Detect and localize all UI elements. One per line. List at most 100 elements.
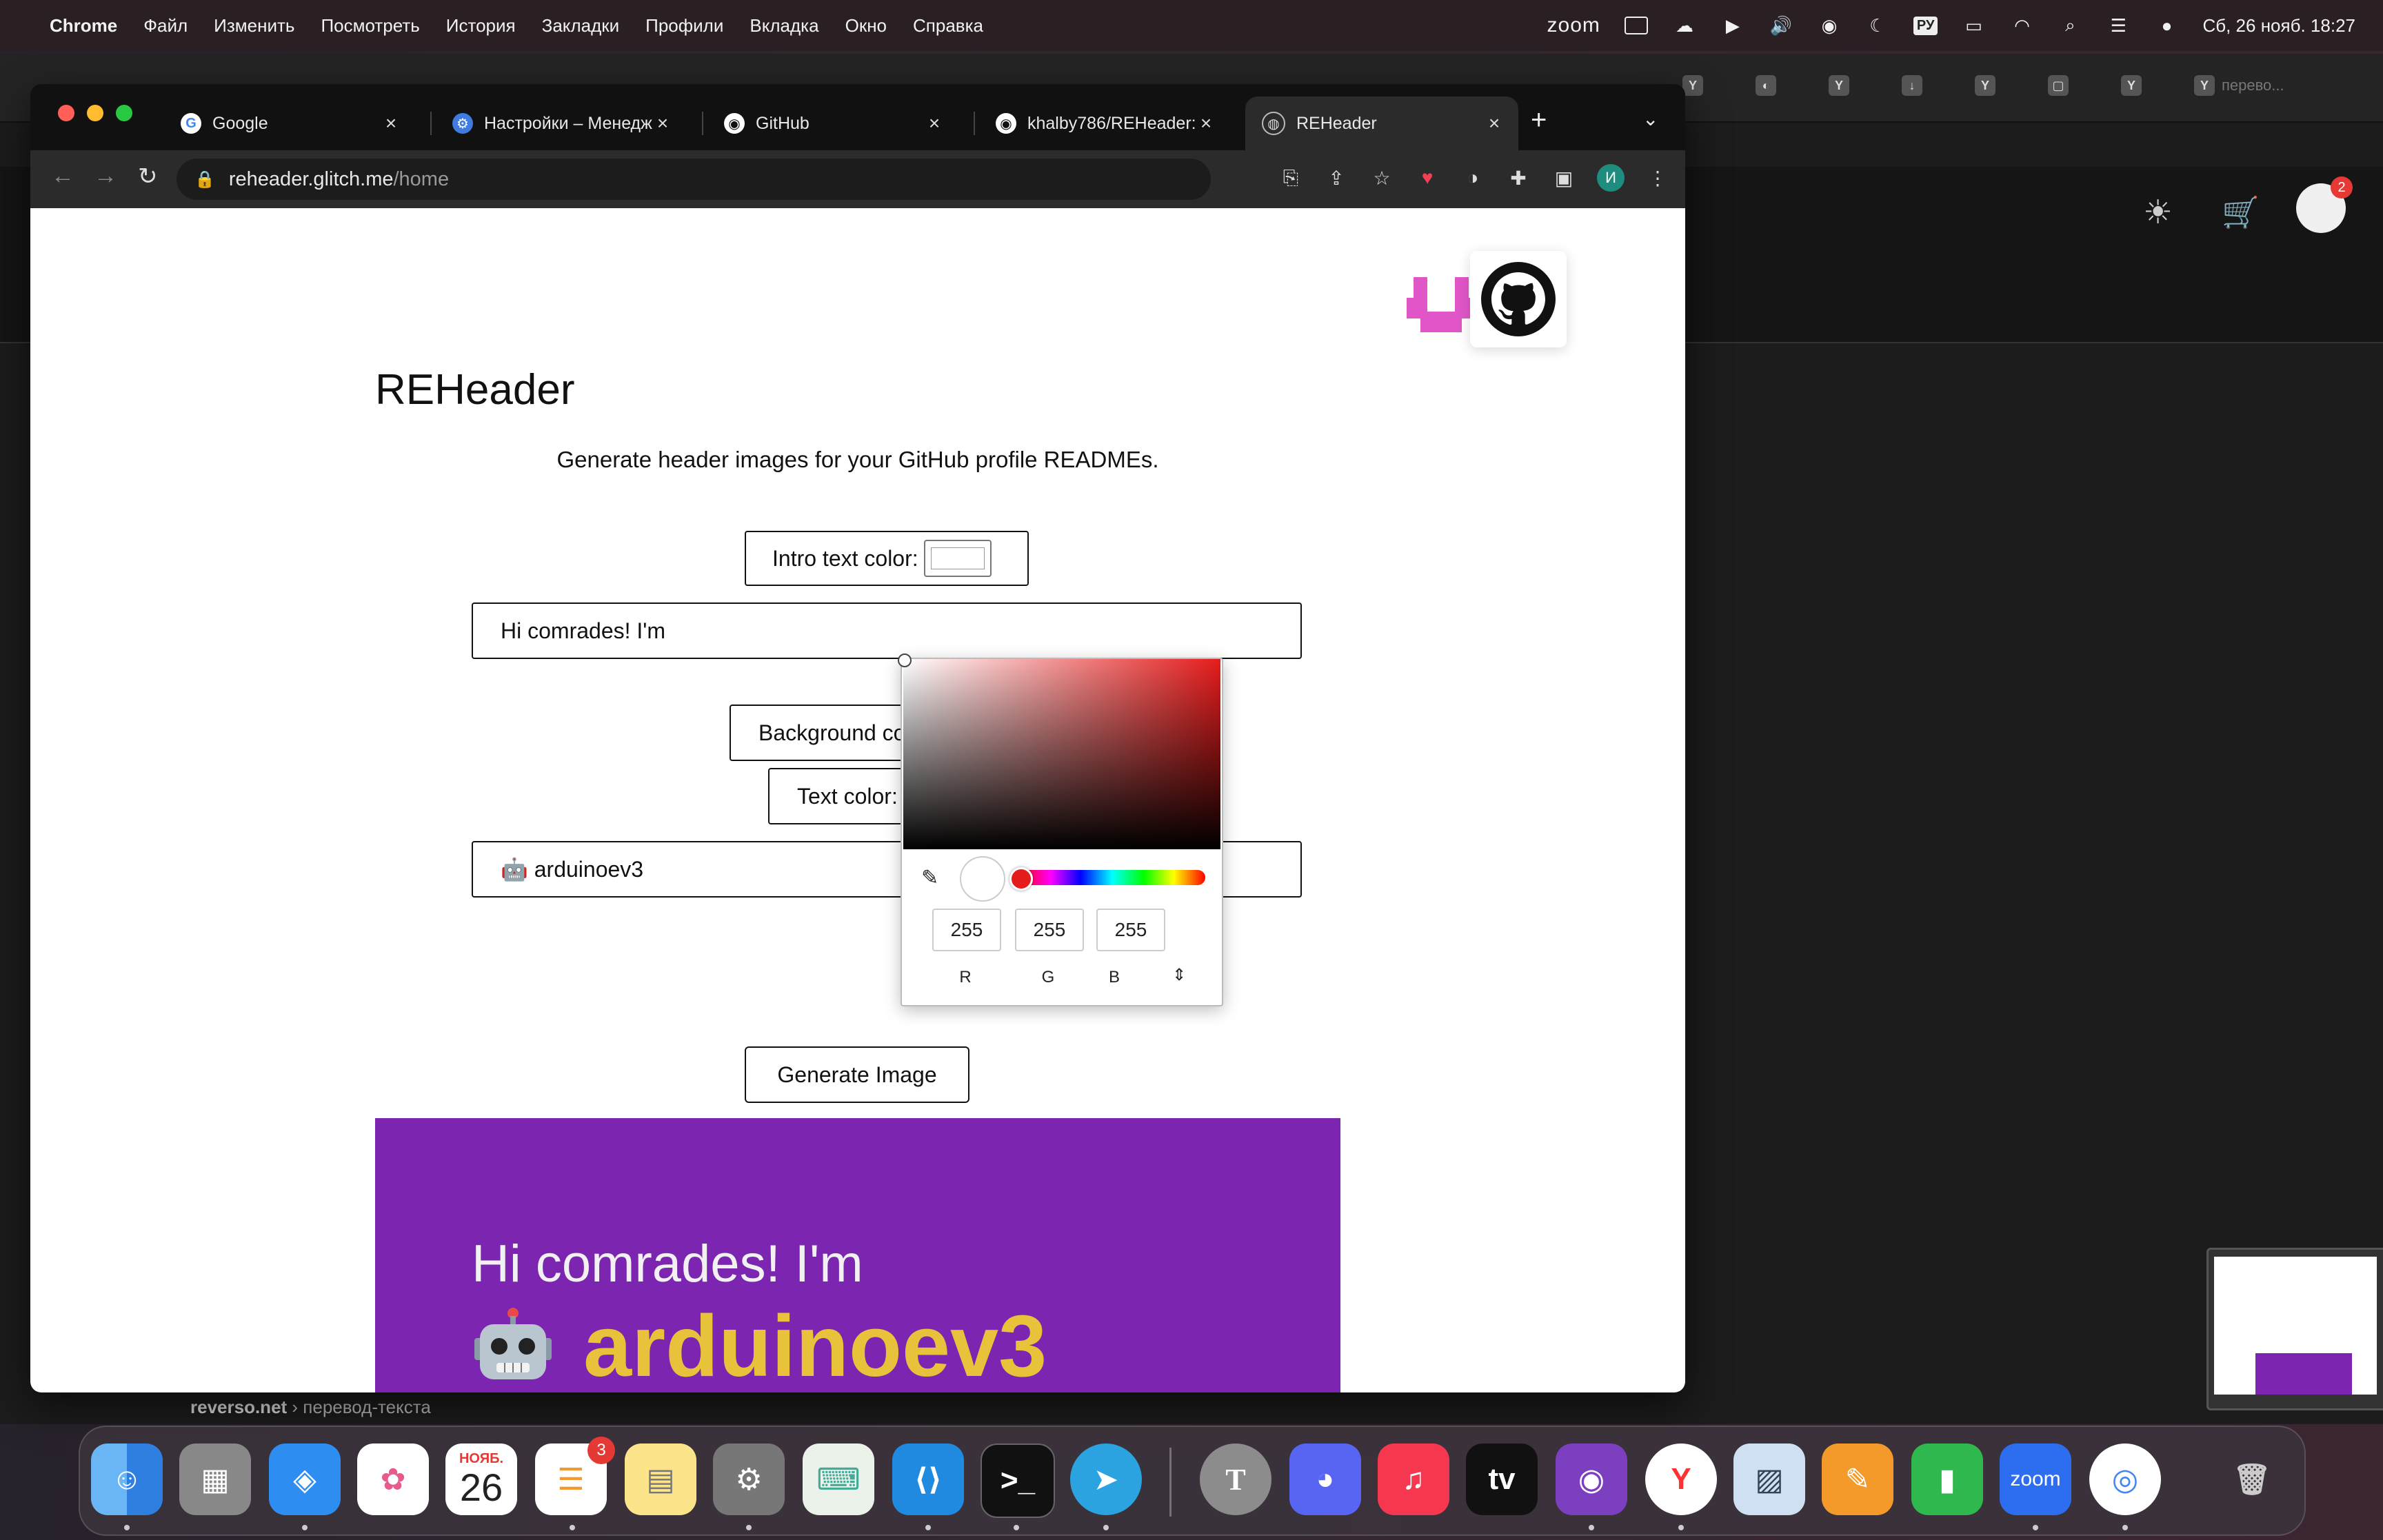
extensions-puzzle-icon[interactable]: ✚ <box>1506 165 1531 190</box>
tex-icon[interactable]: T <box>1200 1443 1271 1515</box>
tab-github-repo[interactable]: ◉ khalby786/REHeader: C × <box>979 97 1230 150</box>
kebab-menu-icon[interactable]: ⋮ <box>1645 165 1670 190</box>
screen-mirroring-icon[interactable] <box>1624 15 1649 36</box>
search-icon[interactable]: ⌕ <box>2058 14 2082 36</box>
saturation-handle[interactable] <box>898 654 912 667</box>
intro-text-input[interactable]: Hi comrades! I'm <box>472 602 1302 659</box>
menu-file[interactable]: Файл <box>143 15 188 37</box>
menu-edit[interactable]: Изменить <box>214 15 294 37</box>
saturation-value-area[interactable] <box>898 654 1220 849</box>
profile-avatar[interactable]: И <box>1597 164 1625 192</box>
background-tab[interactable]: Y <box>1829 72 1870 99</box>
siri-icon[interactable]: ● <box>2154 15 2179 36</box>
close-tab-icon[interactable]: × <box>381 112 401 134</box>
menu-help[interactable]: Справка <box>913 15 983 37</box>
github-link[interactable] <box>1470 251 1567 347</box>
notes-icon[interactable]: ▤ <box>625 1443 696 1515</box>
forward-icon[interactable]: → <box>94 163 117 190</box>
system-settings-icon[interactable]: ⚙ <box>713 1443 785 1515</box>
preview-app-icon[interactable]: ▨ <box>1733 1443 1805 1515</box>
menu-window[interactable]: Окно <box>845 15 887 37</box>
safari-icon[interactable]: ◈ <box>269 1443 341 1515</box>
menu-clock[interactable]: Сб, 26 нояб. 18:27 <box>2202 15 2355 37</box>
format-toggle-icon[interactable]: ⇕ <box>1172 965 1186 985</box>
user-icon[interactable]: ◉ <box>1817 15 1842 36</box>
numbers-icon[interactable]: ▮ <box>1911 1443 1983 1515</box>
zoom-icon[interactable]: zoom <box>2000 1443 2071 1515</box>
cloud-icon[interactable]: ☁ <box>1672 15 1697 36</box>
close-tab-icon[interactable]: × <box>1196 112 1216 134</box>
back-icon[interactable]: ← <box>51 163 74 190</box>
menu-profiles[interactable]: Профили <box>645 15 723 37</box>
close-window-button[interactable] <box>58 105 74 121</box>
calendar-icon[interactable]: НОЯБ. 26 <box>445 1443 517 1515</box>
bookmark-star-icon[interactable]: ☆ <box>1369 165 1394 190</box>
tab-google[interactable]: G Google × <box>164 97 415 150</box>
terminal-icon[interactable]: >_ <box>981 1443 1055 1518</box>
zoom-status-item[interactable]: zoom <box>1547 14 1600 37</box>
background-tab[interactable]: Y <box>1682 72 1724 99</box>
keyboard-app-icon[interactable]: ⌨ <box>803 1443 874 1515</box>
background-tab[interactable]: ↓ <box>1902 72 1943 99</box>
tab-reheader[interactable]: ◍ REHeader × <box>1245 97 1518 150</box>
zoom-window-button[interactable] <box>116 105 132 121</box>
generate-image-button[interactable]: Generate Image <box>745 1046 969 1103</box>
glitch-logo-icon[interactable] <box>1407 277 1476 332</box>
theme-sun-icon[interactable]: ☀ <box>2143 193 2173 232</box>
battery-icon[interactable]: ▭ <box>1961 15 1986 36</box>
vscode-icon[interactable]: ⟨⟩ <box>892 1443 964 1515</box>
tab-settings[interactable]: ⚙ Настройки – Менедже × <box>436 97 687 150</box>
cart-icon[interactable]: 🛒 <box>2222 194 2260 230</box>
menu-bookmarks[interactable]: Закладки <box>542 15 620 37</box>
close-tab-icon[interactable]: × <box>1484 112 1505 134</box>
hue-slider-handle[interactable] <box>1009 867 1033 891</box>
tab-search-chevron-icon[interactable]: ⌄ <box>1642 108 1658 130</box>
url-field[interactable]: 🔒 reheader.glitch.me/home <box>177 159 1211 200</box>
play-icon[interactable]: ▶ <box>1720 15 1745 36</box>
menu-view[interactable]: Посмотреть <box>321 15 419 37</box>
extension-icon[interactable]: ◑ <box>1460 165 1485 190</box>
share-icon[interactable]: ⇪ <box>1324 165 1349 190</box>
apple-tv-icon[interactable]: tv <box>1466 1443 1538 1515</box>
green-value-input[interactable]: 255 <box>1015 909 1084 951</box>
finder-icon[interactable]: ☺ <box>91 1443 163 1515</box>
background-tab[interactable]: Y <box>1975 72 2016 99</box>
control-center-icon[interactable]: ☰ <box>2106 15 2131 36</box>
eyedropper-icon[interactable]: ✎ <box>921 866 938 890</box>
menu-tab[interactable]: Вкладка <box>750 15 818 37</box>
trash-icon[interactable]: 🗑 <box>2216 1443 2288 1515</box>
menu-app-name[interactable]: Chrome <box>50 15 117 37</box>
input-source-indicator[interactable]: РУ <box>1913 16 1938 35</box>
translate-icon[interactable]: ⎘ <box>1278 165 1303 190</box>
reload-icon[interactable]: ↻ <box>138 163 158 190</box>
telegram-icon[interactable]: ➤ <box>1070 1443 1142 1515</box>
hue-slider[interactable] <box>1019 870 1205 885</box>
blue-value-input[interactable]: 255 <box>1096 909 1165 951</box>
background-tab[interactable]: ◐ <box>1756 72 1797 99</box>
volume-icon[interactable]: 🔊 <box>1769 15 1793 36</box>
new-tab-button[interactable]: + <box>1531 105 1547 136</box>
github-desktop-icon[interactable]: ◉ <box>1556 1443 1627 1515</box>
menu-history[interactable]: История <box>446 15 516 37</box>
tab-github[interactable]: ◉ GitHub × <box>707 97 958 150</box>
close-tab-icon[interactable]: × <box>924 112 945 134</box>
launchpad-icon[interactable]: ▦ <box>179 1443 251 1515</box>
background-tab[interactable]: ▢ <box>2048 72 2089 99</box>
pages-icon[interactable]: ✎ <box>1822 1443 1893 1515</box>
chrome-icon[interactable]: ◎ <box>2089 1443 2161 1515</box>
background-breadcrumb[interactable]: reverso.net › перевод-текста <box>190 1397 431 1418</box>
red-value-input[interactable]: 255 <box>932 909 1001 951</box>
moon-icon[interactable]: ☾ <box>1865 15 1890 36</box>
photos-icon[interactable]: ✿ <box>357 1443 429 1515</box>
screenshot-thumbnail[interactable] <box>2206 1248 2383 1410</box>
side-panel-icon[interactable]: ▣ <box>1551 165 1576 190</box>
close-tab-icon[interactable]: × <box>652 112 673 134</box>
wifi-icon[interactable]: ◠ <box>2009 15 2034 36</box>
discord-icon[interactable]: ◕ <box>1289 1443 1361 1515</box>
lock-icon[interactable]: 🔒 <box>194 170 215 190</box>
minimize-window-button[interactable] <box>87 105 103 121</box>
background-tab[interactable]: Yперево... <box>2194 72 2304 99</box>
yandex-browser-icon[interactable]: Y <box>1645 1443 1717 1515</box>
music-icon[interactable]: ♫ <box>1378 1443 1449 1515</box>
pocket-icon[interactable]: ♥ <box>1415 165 1440 190</box>
